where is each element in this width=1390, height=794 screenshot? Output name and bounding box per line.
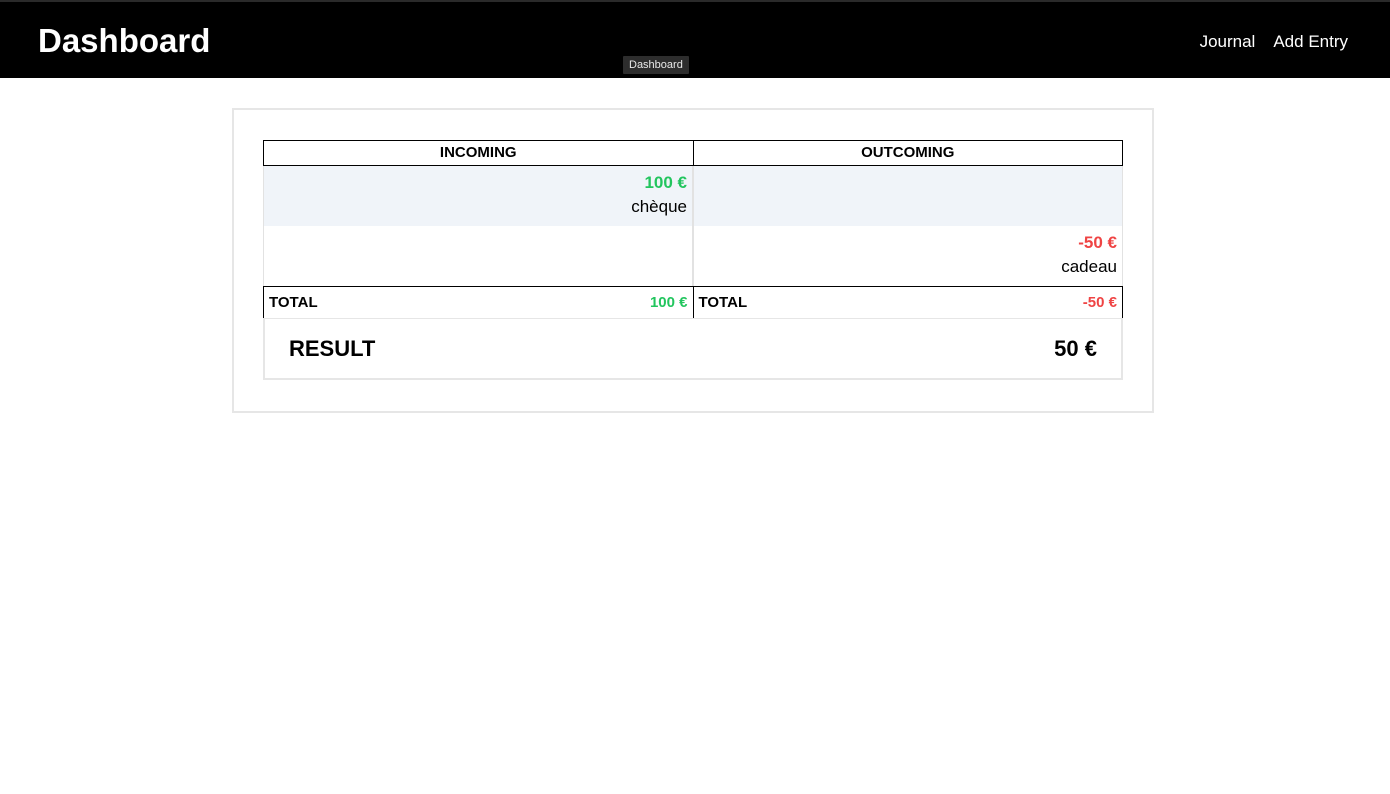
nav-link-journal[interactable]: Journal — [1200, 31, 1256, 53]
ledger-header-row: INCOMING OUTCOMING — [263, 140, 1123, 166]
outcoming-cell — [692, 166, 1123, 226]
outcoming-label — [699, 194, 1117, 220]
outcoming-total-label: TOTAL — [698, 294, 748, 311]
incoming-amount: 100 € — [644, 173, 687, 192]
outcoming-amount — [699, 172, 1117, 194]
incoming-total-label: TOTAL — [269, 294, 318, 311]
nav-link-add-entry[interactable]: Add Entry — [1273, 31, 1348, 53]
tooltip: Dashboard — [623, 56, 689, 74]
page-title: Dashboard — [38, 22, 211, 59]
outcoming-total-value: -50 € — [1082, 294, 1117, 311]
main-nav: Journal Add Entry — [1200, 31, 1348, 53]
outcoming-cell: -50 € cadeau — [692, 226, 1123, 286]
table-row: 100 € chèque — [263, 166, 1123, 226]
totals-row: TOTAL 100 € TOTAL -50 € — [263, 286, 1123, 318]
incoming-label: chèque — [631, 197, 687, 216]
column-header-outcoming: OUTCOMING — [692, 141, 1123, 165]
incoming-total: TOTAL 100 € — [263, 287, 693, 318]
outcoming-total: TOTAL -50 € — [692, 287, 1123, 318]
table-row: -50 € cadeau — [263, 226, 1123, 286]
incoming-amount — [269, 232, 687, 254]
result-label: RESULT — [289, 335, 376, 361]
incoming-label — [269, 254, 687, 280]
column-header-incoming: INCOMING — [439, 144, 517, 161]
result-row: RESULT 50 € — [263, 318, 1123, 380]
top-navbar: Dashboard Dashboard Journal Add Entry — [0, 0, 1390, 78]
outcoming-label: cadeau — [1061, 257, 1117, 276]
ledger-table: INCOMING OUTCOMING 100 € chèque -50 € ca… — [263, 140, 1123, 380]
incoming-cell — [263, 226, 692, 286]
result-value: 50 € — [1054, 335, 1097, 361]
incoming-total-value: 100 € — [649, 294, 688, 311]
outcoming-amount: -50 € — [1078, 233, 1117, 252]
incoming-cell: 100 € chèque — [263, 166, 692, 226]
